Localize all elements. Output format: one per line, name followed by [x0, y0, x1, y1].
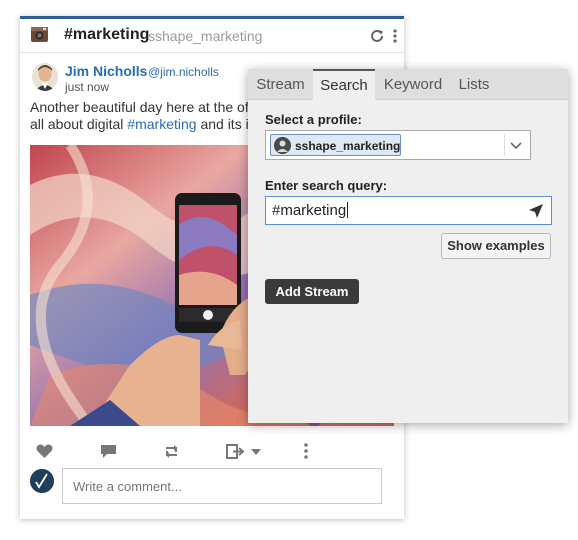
- query-label: Enter search query:: [265, 178, 388, 193]
- commenter-avatar: [30, 469, 54, 493]
- more-options-icon[interactable]: [392, 28, 398, 44]
- selected-profile-name: sshape_marketing: [295, 139, 401, 153]
- panel-tabs: Stream Search Keyword Lists: [248, 69, 568, 100]
- stream-title: #marketing: [64, 26, 150, 43]
- add-stream-panel: Stream Search Keyword Lists Select a pro…: [248, 69, 568, 423]
- instagram-icon: [31, 27, 48, 42]
- chevron-down-icon[interactable]: [251, 449, 261, 455]
- selected-profile-chip[interactable]: sshape_marketing: [270, 134, 401, 156]
- send-arrow-icon[interactable]: [528, 203, 544, 219]
- search-query-value: #marketing: [272, 202, 349, 219]
- post-actions: [20, 439, 404, 465]
- post-text-line2: all about digital: [30, 116, 128, 132]
- export-icon[interactable]: [226, 444, 244, 459]
- post-more-icon[interactable]: [303, 442, 309, 460]
- post-timestamp: just now: [65, 80, 110, 94]
- profile-select[interactable]: sshape_marketing: [265, 130, 531, 160]
- like-icon[interactable]: [36, 444, 53, 459]
- tab-search[interactable]: Search: [313, 69, 375, 100]
- search-query-text: #marketing: [272, 202, 347, 219]
- author-avatar[interactable]: [32, 63, 58, 91]
- search-query-input[interactable]: #marketing: [265, 196, 552, 225]
- stream-header: #marketing sshape_marketing: [20, 19, 404, 53]
- share-icon[interactable]: [163, 444, 180, 459]
- author-handle[interactable]: @jim.nicholls: [148, 65, 219, 79]
- author-name[interactable]: Jim Nicholls: [65, 63, 147, 79]
- tab-keyword[interactable]: Keyword: [375, 69, 451, 99]
- profile-label: Select a profile:: [265, 112, 362, 127]
- post-text-line1: Another beautiful day here at the office…: [30, 99, 275, 115]
- add-stream-button[interactable]: Add Stream: [265, 279, 359, 304]
- comment-icon[interactable]: [100, 444, 117, 459]
- comment-row: [30, 467, 394, 509]
- text-caret: [347, 202, 349, 218]
- show-examples-button[interactable]: Show examples: [441, 233, 551, 259]
- refresh-icon[interactable]: [369, 28, 385, 44]
- chevron-down-icon[interactable]: [504, 134, 527, 156]
- tab-stream[interactable]: Stream: [248, 69, 313, 99]
- post-hashtag-link[interactable]: #marketing: [127, 116, 196, 132]
- comment-input[interactable]: [62, 468, 382, 504]
- profile-avatar: [274, 137, 291, 154]
- stream-profile-name: sshape_marketing: [148, 28, 263, 44]
- tab-lists[interactable]: Lists: [451, 69, 497, 99]
